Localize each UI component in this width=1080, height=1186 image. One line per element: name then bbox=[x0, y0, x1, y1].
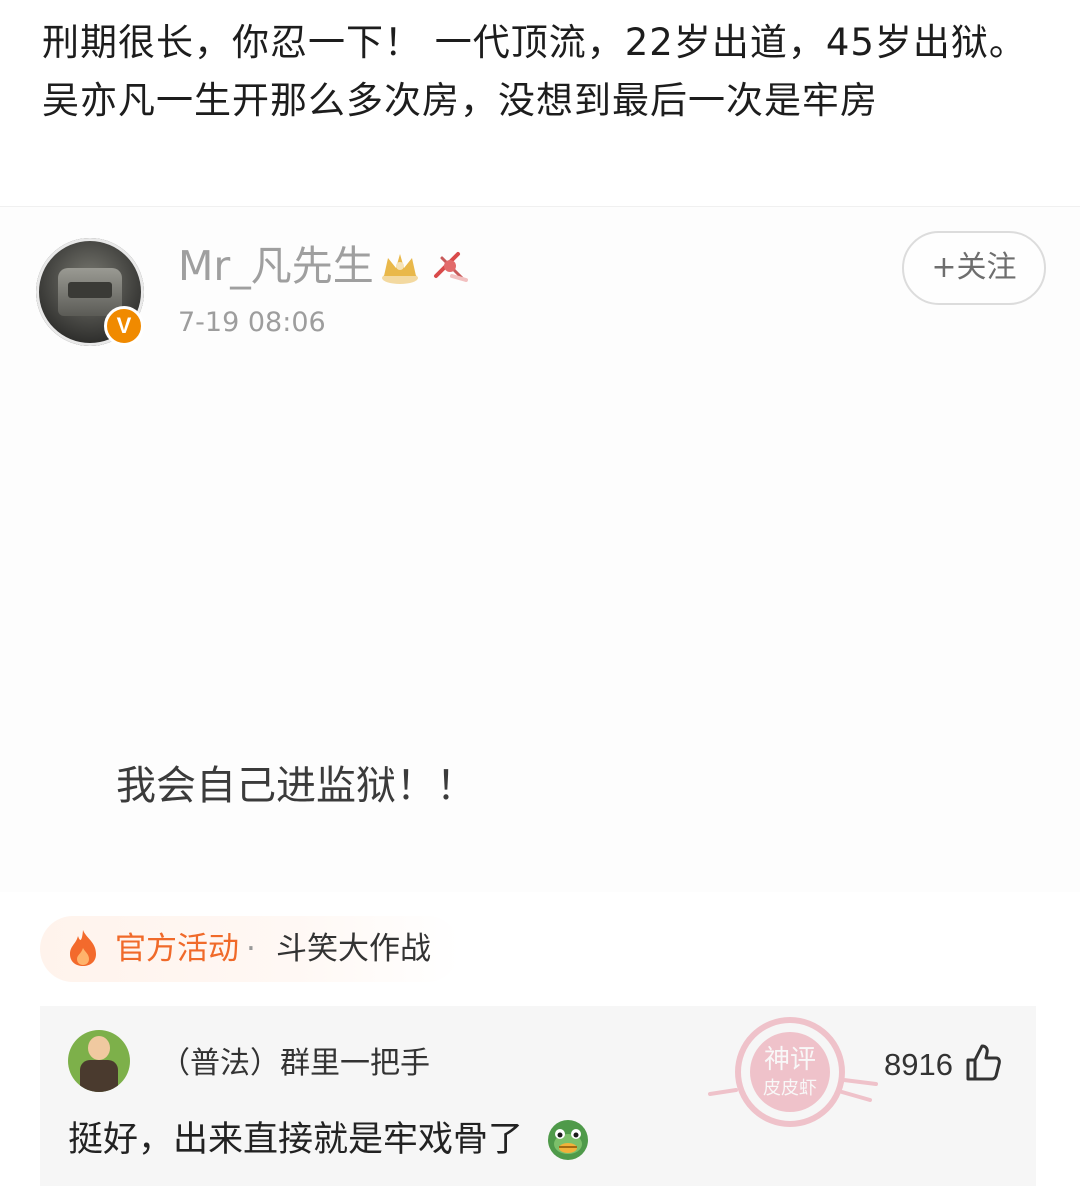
follow-button[interactable]: +关注 bbox=[902, 231, 1046, 305]
svg-text:皮皮虾: 皮皮虾 bbox=[763, 1078, 817, 1099]
svg-text:神评: 神评 bbox=[764, 1045, 816, 1075]
fire-icon bbox=[70, 930, 96, 966]
activity-label: 官方活动 bbox=[115, 931, 239, 967]
activity-separator: · bbox=[246, 931, 256, 967]
like-count: 8916 bbox=[884, 1047, 953, 1082]
post-username[interactable]: Mr_凡先生 bbox=[178, 240, 374, 292]
verified-badge: V bbox=[104, 306, 144, 346]
comment-text: 挺好，出来直接就是牢戏骨了 bbox=[68, 1120, 524, 1160]
post-text: 我会自己进监狱！！ bbox=[116, 763, 476, 809]
fan-club-icon bbox=[434, 252, 468, 282]
shenping-watermark-icon: 神评 皮皮虾 bbox=[708, 1017, 878, 1127]
post-caption: 刑期很长，你忍一下！ 一代顶流，22岁出道，45岁出狱。 吴亦凡一生开那么多次房… bbox=[42, 21, 1027, 122]
crown-icon bbox=[382, 254, 418, 284]
comment-avatar[interactable] bbox=[68, 1030, 130, 1092]
thumbs-up-icon[interactable] bbox=[964, 1042, 1002, 1082]
activity-name[interactable]: 斗笑大作战 bbox=[276, 927, 431, 971]
post-timestamp: 7-19 08:06 bbox=[178, 307, 326, 338]
turtle-icon bbox=[548, 1120, 588, 1160]
comment-username[interactable]: （普法）群里一把手 bbox=[160, 1042, 430, 1086]
